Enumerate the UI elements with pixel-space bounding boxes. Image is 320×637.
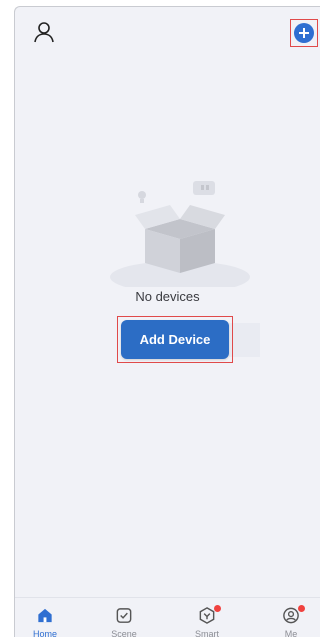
tab-scene[interactable]: Scene	[94, 598, 154, 637]
tab-smart-label: Smart	[194, 629, 219, 637]
profile-icon[interactable]	[33, 21, 55, 43]
scene-icon	[116, 608, 132, 623]
home-icon	[38, 608, 52, 623]
add-device-button[interactable]: Add Device	[121, 320, 229, 359]
tab-home[interactable]: Home	[15, 598, 75, 637]
top-bar	[15, 7, 320, 57]
bottom-tab-bar: Home Scene Smart Me	[15, 597, 320, 637]
empty-box-illustration	[110, 181, 250, 287]
me-badge	[298, 605, 305, 612]
tab-smart[interactable]: Smart	[177, 598, 237, 637]
add-device-button-highlight: Add Device	[117, 316, 233, 363]
plus-icon	[299, 28, 309, 38]
tab-me[interactable]: Me	[261, 598, 320, 637]
button-shadow-block	[229, 323, 260, 357]
empty-state-message: No devices	[135, 289, 200, 304]
tab-me-label: Me	[284, 629, 298, 637]
home-screen: No devices Add Device Home Scene Smart M…	[14, 6, 320, 637]
add-device-highlight	[290, 19, 318, 47]
tab-scene-label: Scene	[111, 629, 137, 637]
smart-badge	[214, 605, 221, 612]
add-device-icon-button[interactable]	[294, 23, 314, 43]
tab-home-label: Home	[32, 629, 57, 637]
